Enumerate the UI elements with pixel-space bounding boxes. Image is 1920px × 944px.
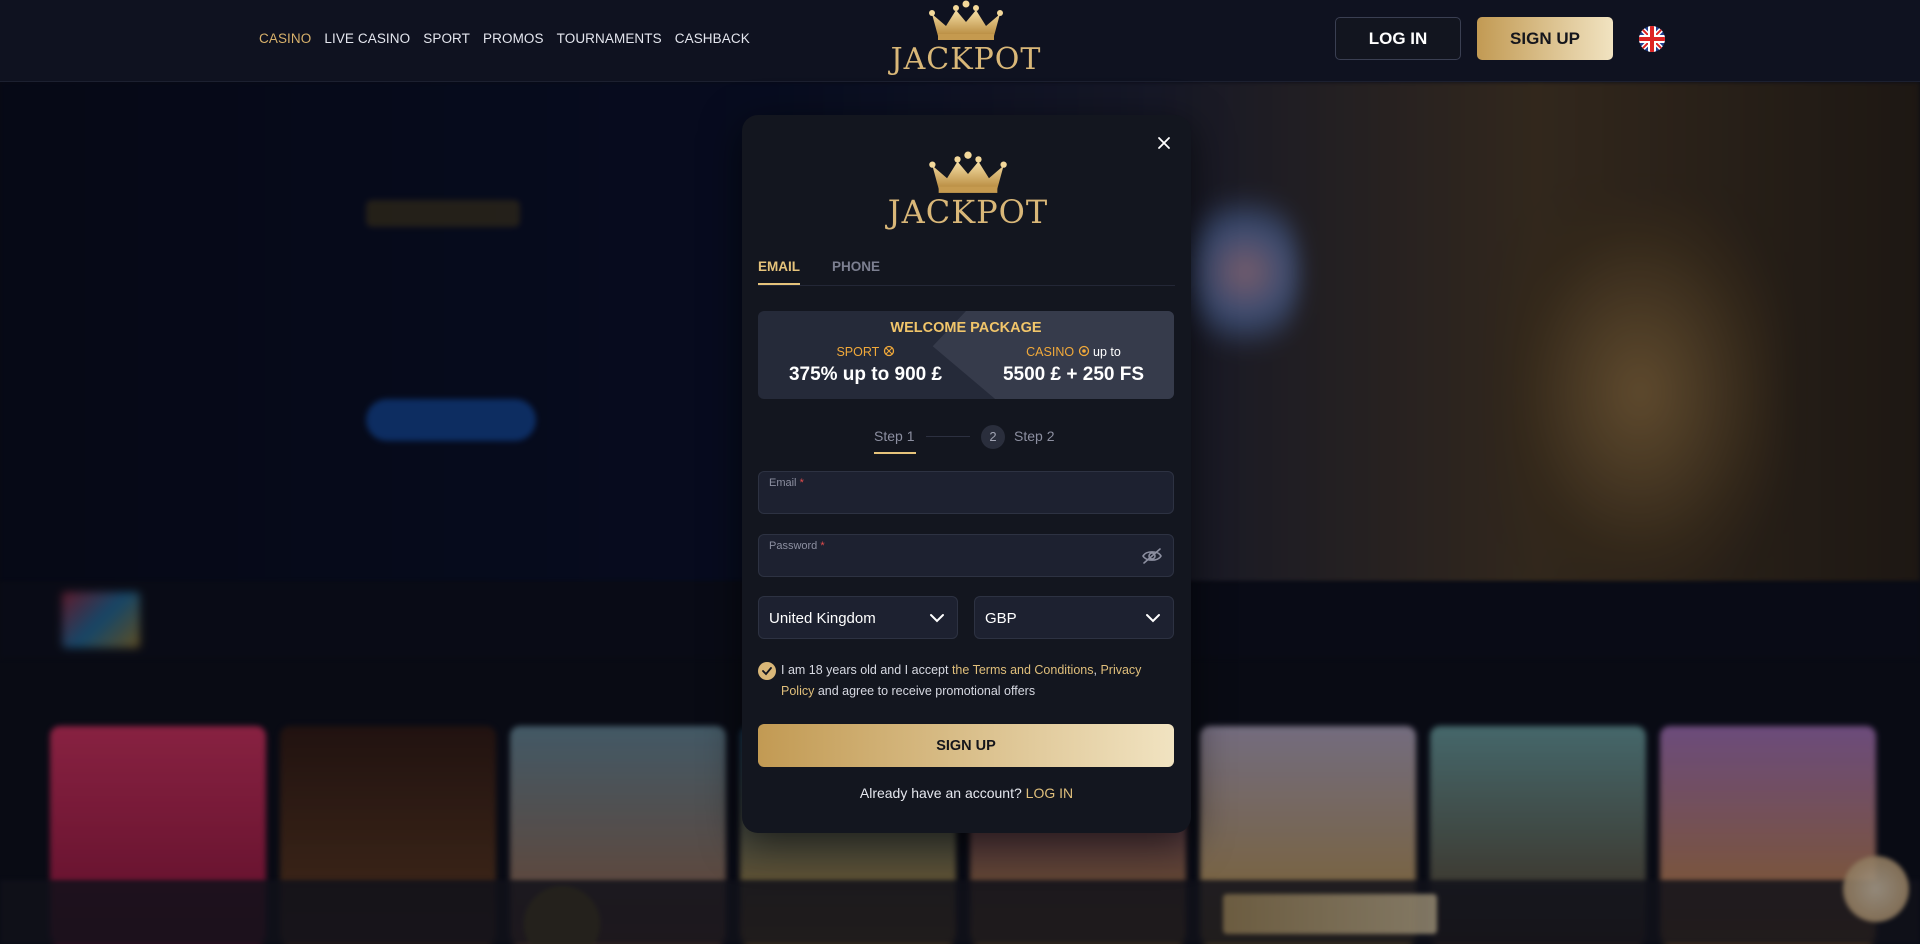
consent-text-2: and agree to receive promotional offers	[817, 684, 1036, 698]
modal-logo: JACKPOT	[883, 151, 1053, 231]
close-icon[interactable]	[1154, 133, 1174, 153]
tab-phone[interactable]: PHONE	[832, 259, 880, 285]
crown-icon	[929, 0, 1003, 40]
nav-live-casino[interactable]: LIVE CASINO	[324, 31, 410, 46]
welcome-package: WELCOME PACKAGE SPORT 375% up to 900 £ C…	[758, 311, 1174, 399]
site-logo[interactable]: JACKPOT	[888, 0, 1044, 80]
check-icon	[762, 667, 772, 676]
tab-email[interactable]: EMAIL	[758, 259, 800, 285]
signup-tabs: EMAIL PHONE	[758, 259, 1175, 286]
nav-tournaments[interactable]: TOURNAMENTS	[557, 31, 662, 46]
login-button[interactable]: LOG IN	[1335, 17, 1461, 60]
main-nav: CASINO LIVE CASINO SPORT PROMOS TOURNAME…	[259, 31, 750, 46]
country-select[interactable]: United Kingdom	[758, 596, 958, 639]
login-link[interactable]: LOG IN	[1026, 785, 1073, 801]
nav-sport[interactable]: SPORT	[423, 31, 470, 46]
logo-text: JACKPOT	[890, 42, 1042, 77]
already-account-row: Already have an account? LOG IN	[742, 785, 1191, 801]
signup-modal: JACKPOT EMAIL PHONE WELCOME PACKAGE SPOR…	[742, 115, 1191, 833]
chip-icon	[1078, 345, 1089, 357]
email-label: Email	[769, 477, 797, 489]
email-required-mark: *	[799, 477, 804, 489]
eye-off-icon[interactable]	[1141, 547, 1163, 565]
consent-comma: ,	[1093, 663, 1097, 677]
promo-sport-value: 375% up to 900 £	[788, 364, 943, 385]
modal-logo-text: JACKPOT	[887, 193, 1049, 231]
country-value: United Kingdom	[769, 610, 876, 627]
consent-checkbox[interactable]	[758, 662, 776, 680]
password-required-mark: *	[820, 540, 825, 552]
promo-title: WELCOME PACKAGE	[890, 320, 1042, 336]
already-text: Already have an account?	[859, 785, 1022, 801]
nav-promos[interactable]: PROMOS	[483, 31, 544, 46]
promo-casino: CASINO up to 5500 £ + 250 FS	[973, 345, 1174, 386]
promo-casino-suffix: up to	[1093, 345, 1121, 359]
signup-submit-button[interactable]: SIGN UP	[758, 724, 1174, 767]
terms-link[interactable]: the Terms and Conditions	[952, 663, 1094, 677]
crown-icon	[929, 151, 1007, 193]
step-2-number: 2	[981, 425, 1005, 449]
promo-casino-label: CASINO	[1026, 345, 1075, 359]
promo-sport-label: SPORT	[836, 345, 880, 359]
signup-steps: Step 1 2 Step 2	[874, 422, 1074, 454]
email-input[interactable]	[769, 492, 1129, 510]
step-2: Step 2	[1014, 428, 1055, 444]
nav-cashback[interactable]: CASHBACK	[675, 31, 750, 46]
promo-casino-value: 5500 £ + 250 FS	[1002, 364, 1145, 385]
chevron-down-icon	[1146, 614, 1160, 623]
nav-casino[interactable]: CASINO	[259, 31, 311, 46]
top-header: CASINO LIVE CASINO SPORT PROMOS TOURNAME…	[0, 0, 1920, 82]
chevron-down-icon	[930, 614, 944, 623]
ball-icon	[883, 345, 894, 357]
uk-flag-icon[interactable]	[1639, 26, 1665, 52]
password-field[interactable]: Password *	[758, 534, 1174, 577]
promo-sport: SPORT 375% up to 900 £	[758, 345, 973, 386]
consent-text-1: I am 18 years old and I accept	[781, 663, 949, 677]
step-1: Step 1	[874, 428, 915, 444]
currency-value: GBP	[985, 610, 1017, 627]
signup-button[interactable]: SIGN UP	[1477, 17, 1613, 60]
email-field[interactable]: Email *	[758, 471, 1174, 514]
currency-select[interactable]: GBP	[974, 596, 1174, 639]
password-input[interactable]	[769, 555, 1129, 573]
password-label: Password	[769, 540, 818, 552]
